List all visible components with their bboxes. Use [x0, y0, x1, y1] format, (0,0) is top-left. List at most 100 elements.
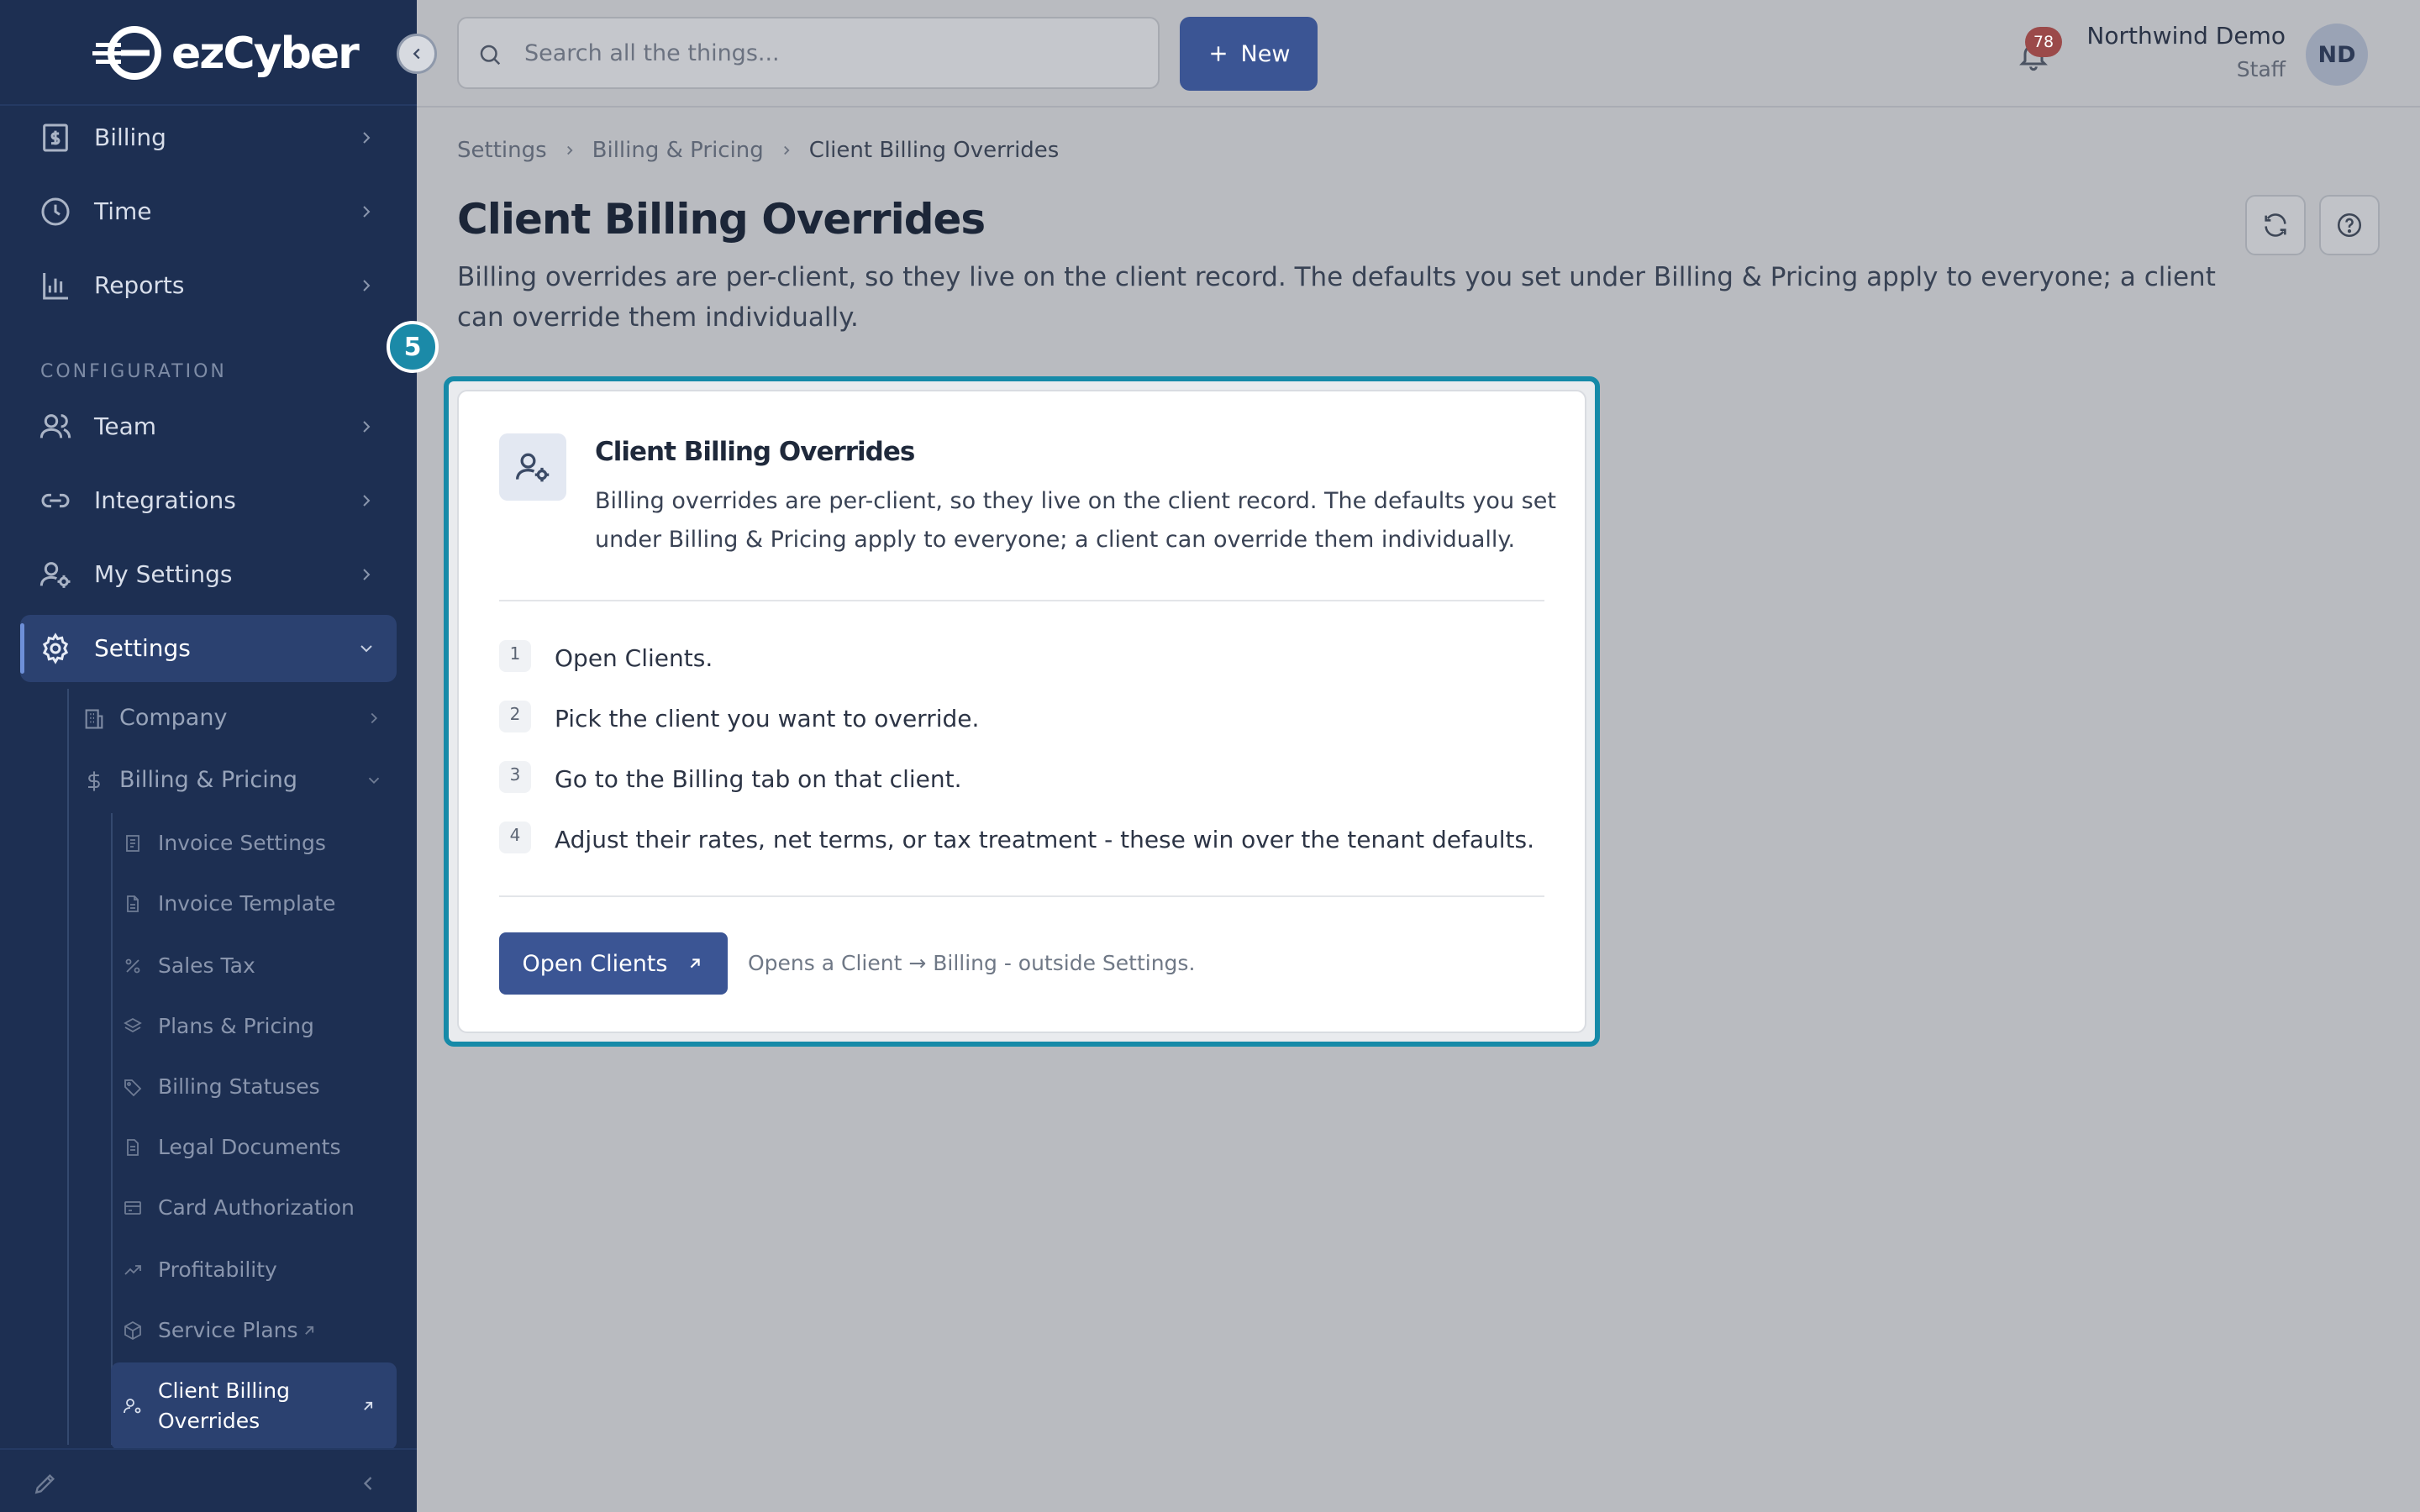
logo[interactable]: ezCyber	[0, 0, 417, 106]
chevron-down-icon	[368, 777, 380, 785]
card-icon-box	[499, 433, 566, 501]
link-icon	[41, 493, 70, 508]
plus-icon	[1210, 46, 1226, 61]
info-card: Client Billing Overrides Billing overrid…	[457, 390, 1586, 1033]
file-icon	[127, 895, 139, 912]
logo-text: ezCyber	[171, 29, 360, 79]
new-button[interactable]: New	[1180, 17, 1318, 91]
breadcrumb-item[interactable]: Settings	[457, 138, 547, 163]
building-icon	[85, 709, 103, 729]
chevron-right-icon	[363, 206, 371, 218]
help-button[interactable]	[2319, 195, 2380, 255]
step-text: Go to the Billing tab on that client.	[555, 765, 962, 793]
sidebar-item-reports[interactable]: Reports	[20, 252, 397, 319]
avatar[interactable]: ND	[2306, 24, 2368, 86]
search-box[interactable]	[457, 17, 1160, 89]
chevron-right-icon	[363, 421, 371, 433]
sidebar-item-label: Settings	[94, 634, 191, 662]
sidebar-leaf-invoice-template[interactable]: Invoice Template	[111, 877, 397, 931]
sidebar-leaf-sales-tax[interactable]: Sales Tax	[111, 939, 397, 993]
sidebar-footer	[0, 1448, 417, 1512]
sidebar-item-my-settings[interactable]: My Settings	[20, 541, 397, 608]
sidebar-item-label: Client Billing Overrides	[158, 1378, 290, 1433]
user-cog-icon	[516, 453, 550, 482]
trend-icon	[124, 1265, 141, 1275]
external-link-icon	[691, 958, 701, 969]
bar-chart-icon	[43, 273, 68, 300]
sidebar-item-settings[interactable]: Settings	[20, 615, 397, 682]
sidebar-subitem-billing-pricing[interactable]: Billing & Pricing	[67, 751, 397, 810]
step-number: 2	[499, 701, 531, 732]
sidebar-leaf-card-authorization[interactable]: Card Authorization	[111, 1181, 397, 1235]
sidebar-item-label: My Settings	[94, 560, 233, 588]
notification-badge[interactable]: 78	[2025, 27, 2062, 57]
help-icon	[2337, 213, 2362, 238]
section-heading-configuration: CONFIGURATION	[40, 361, 227, 382]
sidebar-item-time[interactable]: Time	[20, 178, 397, 245]
step-number: 1	[499, 640, 531, 672]
refresh-icon	[2265, 213, 2286, 237]
card-footer-note: Opens a Client → Billing - outside Setti…	[748, 951, 1196, 975]
sidebar-item-label: Time	[94, 197, 152, 225]
sidebar-subitem-company[interactable]: Company	[67, 689, 397, 748]
pencil-icon[interactable]	[32, 1470, 59, 1497]
sidebar-item-label: Integrations	[94, 486, 236, 514]
breadcrumb-item[interactable]: Billing & Pricing	[592, 138, 764, 163]
sidebar-leaf-legal-documents[interactable]: Legal Documents	[111, 1121, 397, 1174]
card-icon	[124, 1201, 141, 1215]
gear-icon	[42, 633, 69, 664]
step-number: 4	[499, 822, 531, 853]
page-title: Client Billing Overrides	[457, 195, 986, 244]
active-indicator	[20, 623, 24, 674]
page-description: Billing overrides are per-client, so the…	[457, 262, 2216, 333]
sidebar-item-label: Profitability	[158, 1257, 277, 1282]
receipt-icon	[43, 123, 68, 152]
sidebar-leaf-billing-statuses[interactable]: Billing Statuses	[111, 1060, 397, 1114]
chevron-right-icon	[363, 280, 371, 291]
sidebar-leaf-invoice-settings[interactable]: Invoice Settings	[111, 816, 397, 870]
sidebar-item-team[interactable]: Team	[20, 393, 397, 460]
chevron-right-icon	[566, 145, 573, 155]
sidebar-leaf-plans-pricing[interactable]: Plans & Pricing	[111, 1000, 397, 1053]
chevron-right-icon	[363, 495, 371, 507]
sidebar-item-label: Plans & Pricing	[158, 1014, 314, 1038]
sidebar-item-label: Company	[119, 705, 228, 731]
breadcrumb-current: Client Billing Overrides	[808, 138, 1060, 163]
sidebar-leaf-service-plans[interactable]: Service Plans	[111, 1304, 397, 1357]
search-icon	[480, 45, 501, 66]
card-title: Client Billing Overrides	[595, 437, 915, 467]
refresh-button[interactable]	[2245, 195, 2306, 255]
divider	[499, 600, 1544, 601]
new-button-label: New	[1240, 40, 1291, 67]
chevron-right-icon	[363, 569, 371, 580]
step-text: Pick the client you want to override.	[555, 705, 980, 732]
step-number: 3	[499, 761, 531, 793]
sidebar-item-billing[interactable]: Billing	[20, 104, 397, 171]
sidebar-collapse-button[interactable]	[397, 34, 437, 74]
sidebar-leaf-client-billing-overrides[interactable]: Client Billing Overrides	[111, 1362, 397, 1450]
sidebar-item-label: Billing	[94, 123, 166, 151]
sidebar-item-label: Team	[94, 412, 157, 440]
sidebar-item-label: Sales Tax	[158, 953, 255, 978]
external-link-icon	[305, 1326, 314, 1335]
collapse-sidebar-icon[interactable]	[356, 1472, 380, 1495]
breadcrumb: Settings Billing & Pricing Client Billin…	[457, 138, 1059, 163]
sidebar-item-label: Billing Statuses	[158, 1074, 320, 1099]
sidebar: ezCyber Billing Time Reports CONFIGURATI…	[0, 0, 417, 1512]
top-bar: New 78 Northwind Demo Staff ND	[417, 0, 2420, 108]
chevron-left-icon	[413, 48, 420, 60]
tour-step-badge: 5	[387, 321, 439, 373]
search-input[interactable]	[524, 18, 1129, 87]
chevron-right-icon	[783, 145, 790, 155]
box-icon	[124, 1320, 141, 1341]
percent-icon	[125, 958, 140, 974]
sidebar-item-label: Billing & Pricing	[119, 767, 298, 793]
open-clients-button[interactable]: Open Clients	[499, 932, 728, 995]
invoice-icon	[126, 835, 139, 852]
sidebar-leaf-profitability[interactable]: Profitability	[111, 1243, 397, 1297]
sidebar-item-integrations[interactable]: Integrations	[20, 467, 397, 534]
chevron-right-icon	[363, 132, 371, 144]
external-link-icon	[364, 1401, 373, 1410]
sidebar-item-label: Reports	[94, 271, 185, 299]
users-icon	[39, 414, 71, 438]
